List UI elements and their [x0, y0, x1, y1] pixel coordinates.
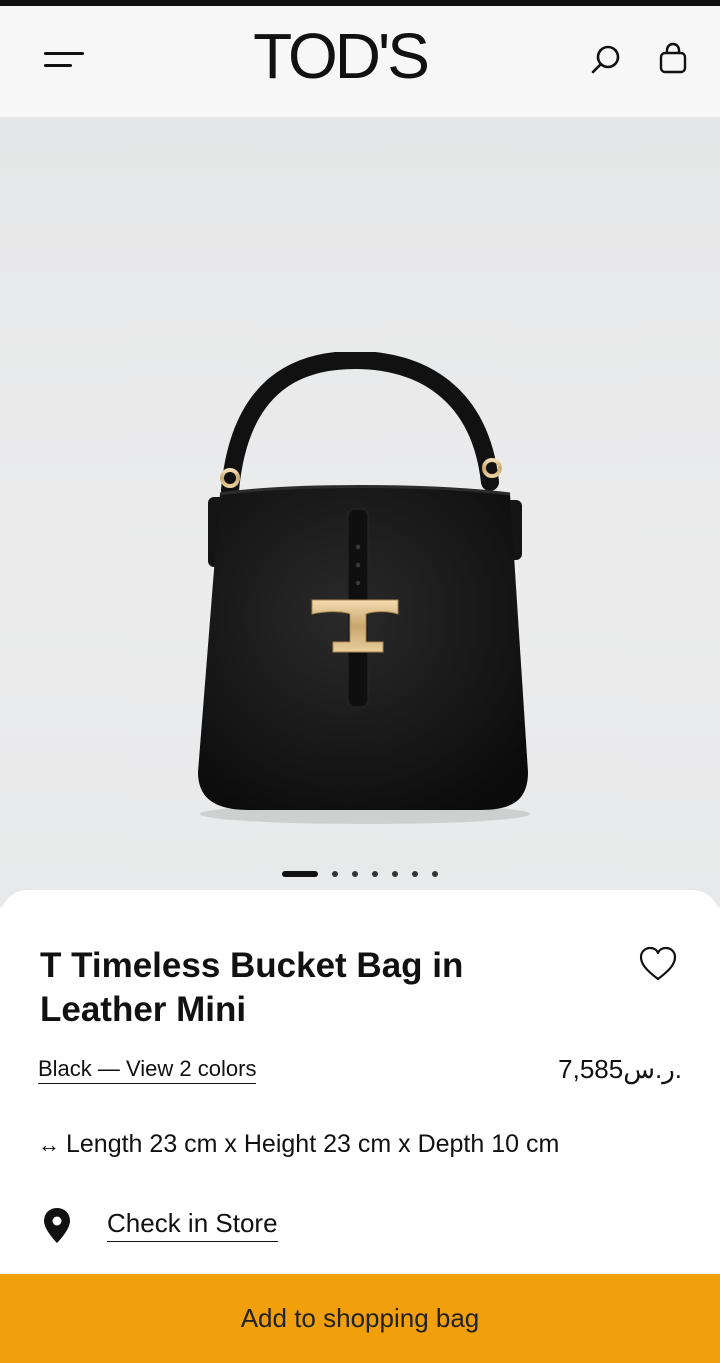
product-title: T Timeless Bucket Bag in Leather Mini — [40, 946, 464, 1029]
dimensions-text: Length 23 cm x Height 23 cm x Depth 10 c… — [66, 1130, 560, 1158]
gallery-dot[interactable] — [372, 871, 378, 877]
gallery-pagination — [0, 867, 720, 881]
check-in-store-link[interactable]: Check in Store — [107, 1208, 278, 1242]
gallery-dot[interactable] — [432, 871, 438, 877]
gallery-dot[interactable] — [332, 871, 338, 877]
color-variants-link[interactable]: Black — View 2 colors — [38, 1056, 257, 1084]
search-icon[interactable] — [588, 42, 624, 78]
add-to-bag-button[interactable]: Add to shopping bag — [0, 1274, 720, 1363]
product-image — [198, 352, 530, 824]
gallery-dot[interactable] — [392, 871, 398, 877]
shopping-bag-icon[interactable] — [655, 42, 691, 78]
gallery-dot[interactable] — [352, 871, 358, 877]
product-gallery[interactable] — [0, 117, 720, 907]
site-header: TOD'S — [0, 6, 720, 117]
product-price: 7,585ر.س. — [558, 1054, 682, 1084]
menu-line — [44, 52, 84, 55]
menu-button[interactable] — [38, 44, 88, 78]
gallery-dot[interactable] — [412, 871, 418, 877]
gallery-dot[interactable] — [282, 871, 318, 877]
dimensions-arrow-icon: ↔ — [38, 1132, 60, 1157]
menu-line — [44, 64, 72, 67]
product-dimensions: ↔ Length 23 cm x Height 23 cm x Depth 10 … — [38, 1130, 559, 1159]
wishlist-heart-icon[interactable] — [636, 944, 680, 984]
brand-logo[interactable]: TOD'S — [220, 24, 460, 88]
location-pin-icon — [42, 1206, 72, 1246]
